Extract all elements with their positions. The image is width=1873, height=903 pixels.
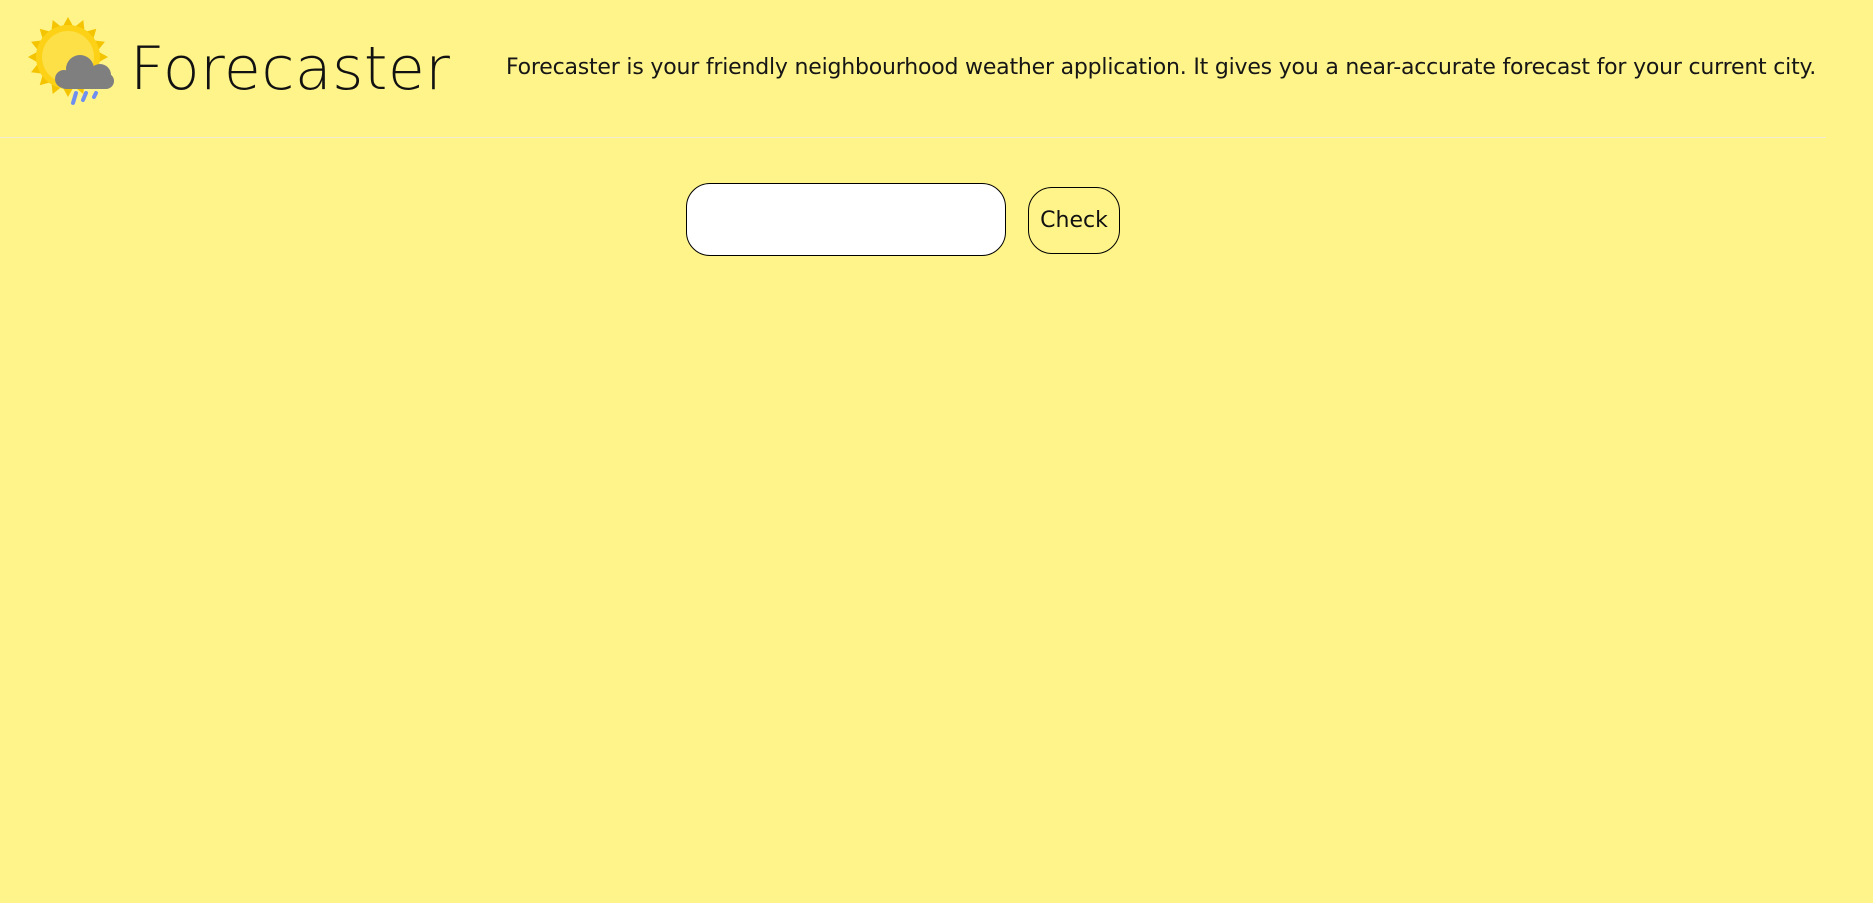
app-tagline: Forecaster is your friendly neighbourhoo… [505,55,1816,80]
sun-cloud-rain-icon [28,17,122,111]
app-header: Forecaster Forecaster is your friendly n… [0,0,1826,138]
app-title: Forecaster [130,34,451,104]
city-input[interactable] [686,183,1006,256]
check-button[interactable]: Check [1028,187,1120,254]
